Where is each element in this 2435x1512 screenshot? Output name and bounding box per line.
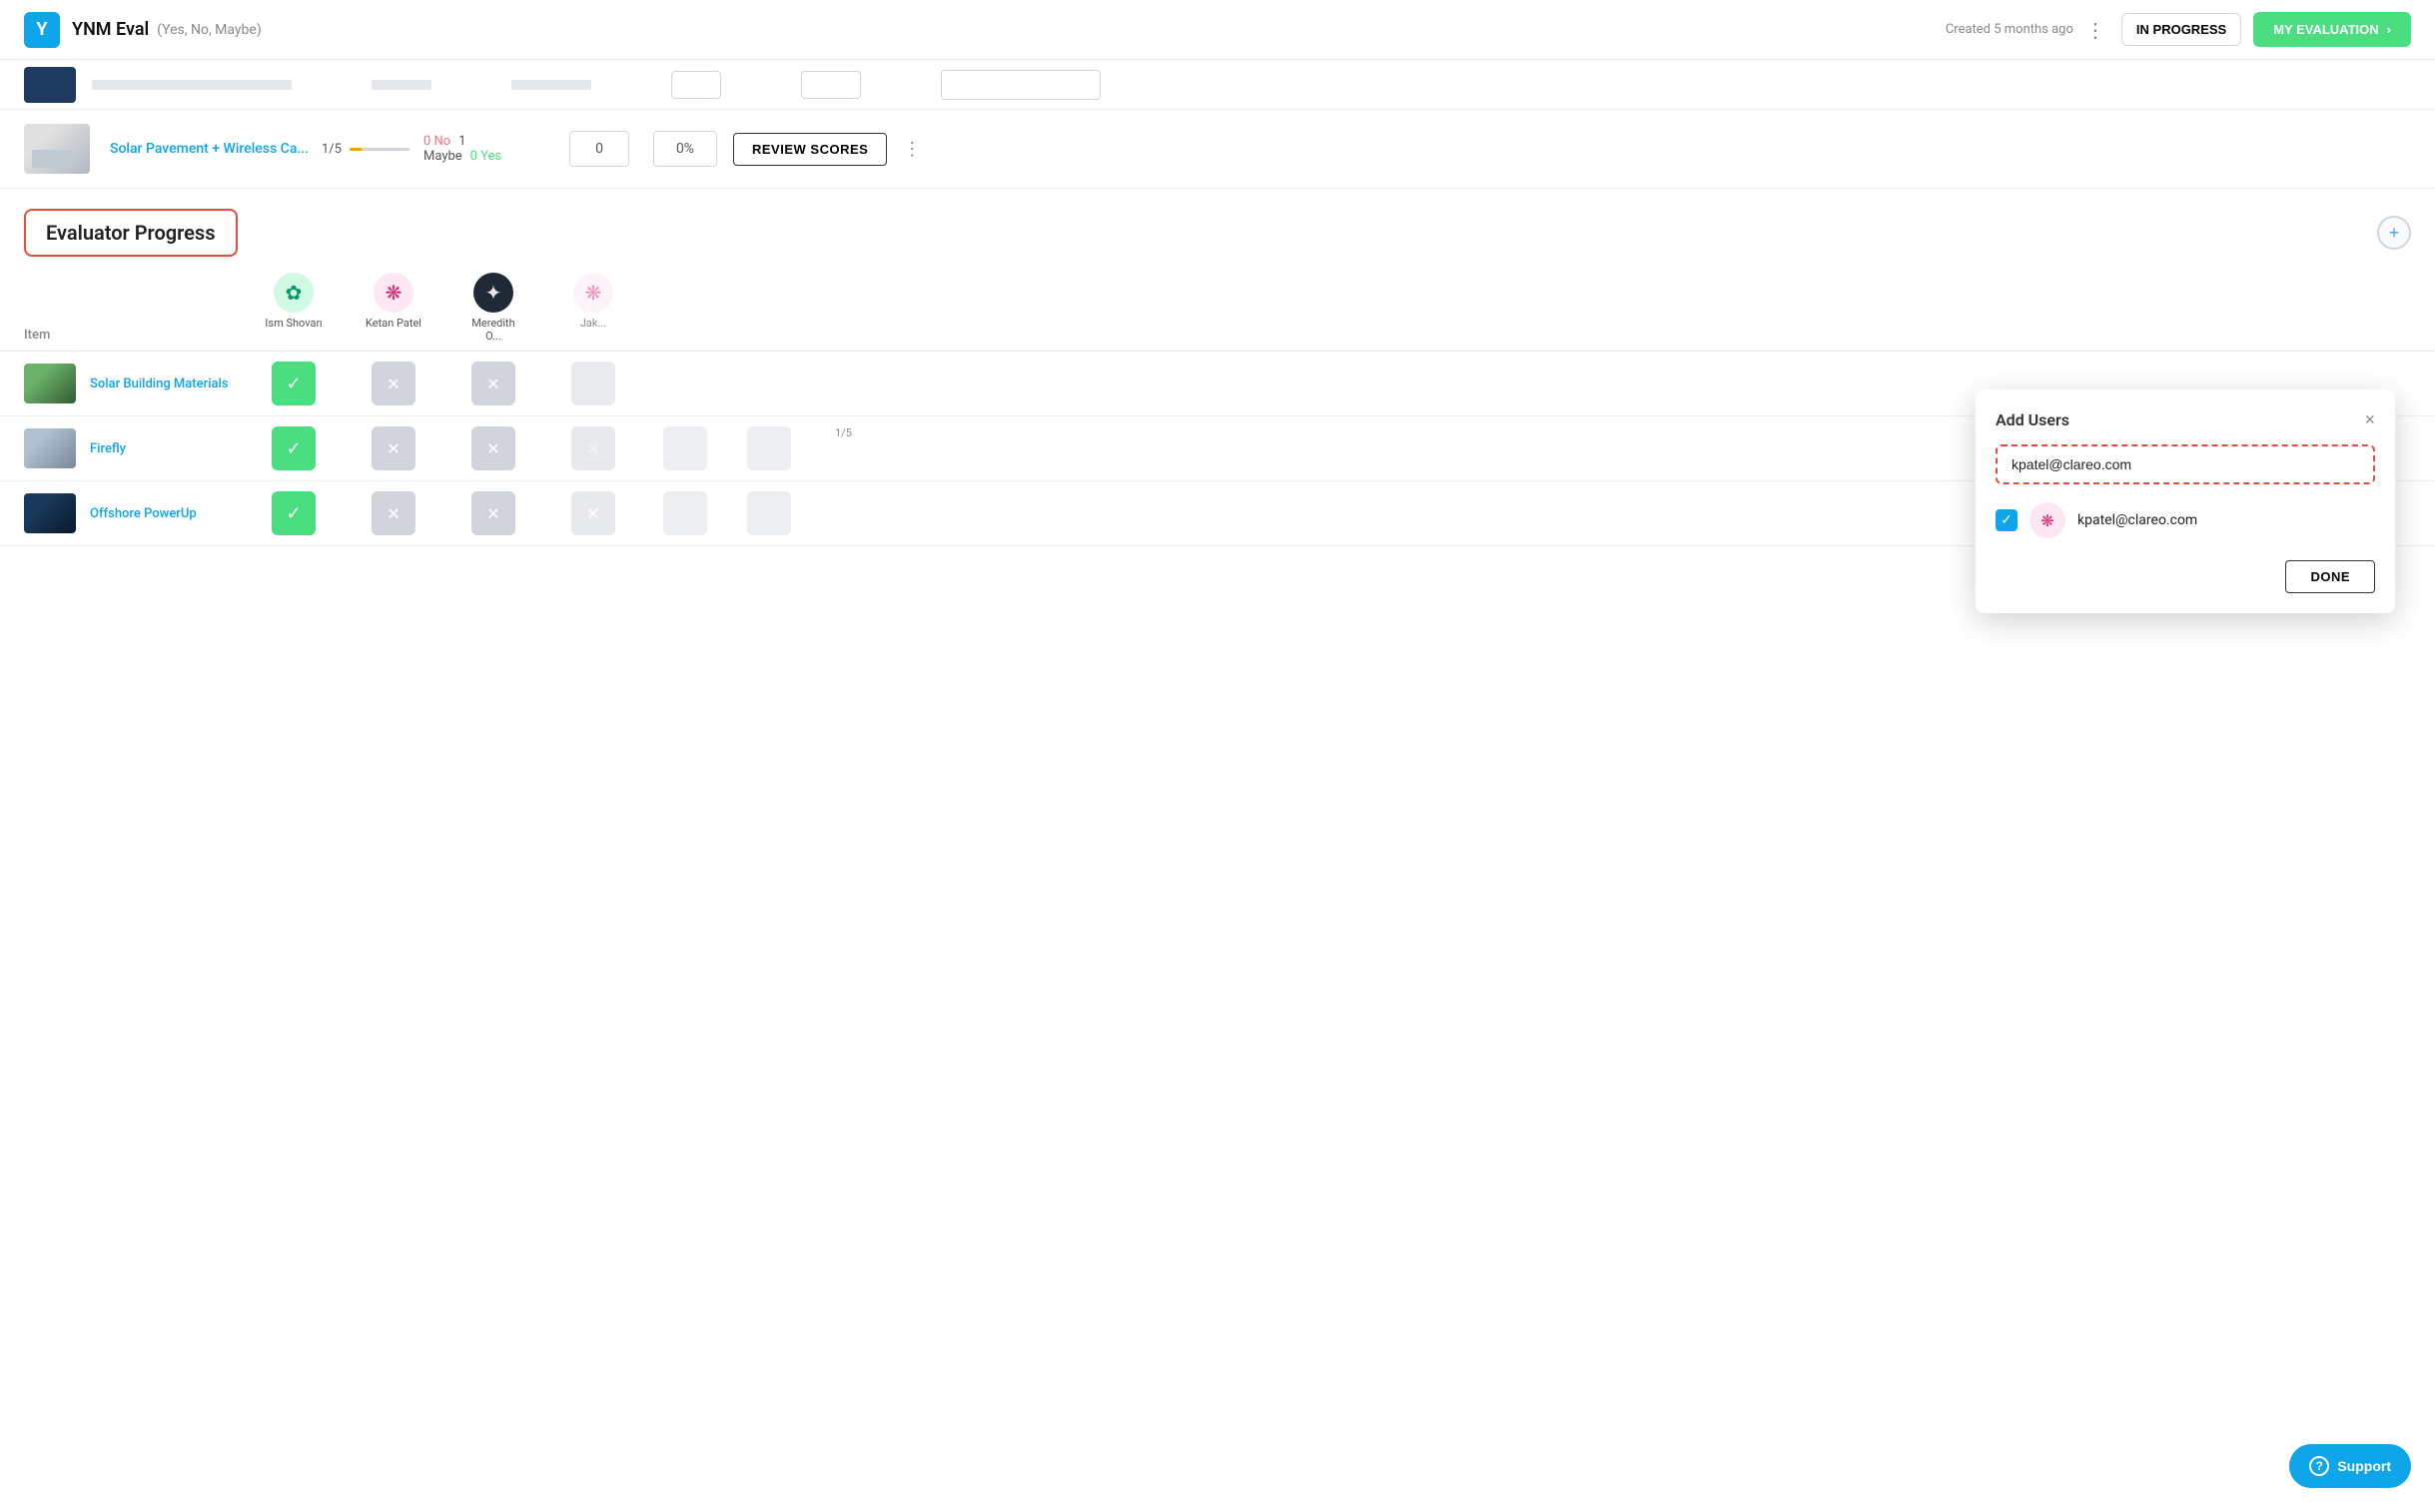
plus-icon: + [2389,223,2400,244]
status-offshore-3: ✕ [563,491,623,535]
solar-building-link[interactable]: Solar Building Materials [90,377,229,391]
modal-search-input[interactable] [1996,444,2375,484]
status-firefly-0: ✓ [264,426,324,470]
support-button[interactable]: ? Support [2289,1444,2411,1488]
user-name-jak: Jak... [580,317,606,330]
eval-user-col-jak: ❋ Jak... [563,273,623,343]
solar-pavement-thumb [24,124,90,174]
status-solar-building-1: ✕ [364,362,423,405]
status-solar-building-3 [563,362,623,405]
user-name-ism: Ism Shovan [265,317,322,330]
page-title: YNM Eval [72,19,149,40]
checkbox-check-icon: ✓ [2001,512,2013,528]
eval-solar-building-info: Solar Building Materials [24,364,264,403]
avatar-meredith: ✦ [473,273,513,313]
check-icon: ✓ [286,503,301,524]
no-count: 0 No [423,134,450,149]
avatar-ism: ✿ [274,273,314,313]
modal-user-row: ✓ ❋ kpatel@clareo.com [1996,496,2375,544]
done-button[interactable]: DONE [2285,560,2375,593]
evaluator-progress-title: Evaluator Progress [46,221,216,245]
avatar-jak: ❋ [573,273,613,313]
eval-firefly-info: Firefly [24,428,264,468]
status-offshore-1: ✕ [364,491,423,535]
status-firefly-1: ✕ [364,426,423,470]
offshore-thumb [24,493,76,533]
user-name-meredith: Meredith O... [463,317,523,343]
firefly-link[interactable]: Firefly [90,441,126,456]
modal-close-button[interactable]: × [2364,409,2375,430]
x-icon: ✕ [486,375,499,393]
maybe-label: Maybe [423,149,462,164]
evaluator-progress-title-box: Evaluator Progress [24,209,238,257]
status-firefly-3: ✕ [563,426,623,470]
eval-table-header: Item ✿ Ism Shovan ❋ Ketan Patel ✦ Meredi… [0,265,2435,352]
status-button[interactable]: IN PROGRESS [2121,13,2241,46]
eval-offshore-info: Offshore PowerUp [24,493,264,533]
status-offshore-2: ✕ [463,491,523,535]
evaluator-progress-section: Evaluator Progress + [0,189,2435,265]
header-created: Created 5 months ago [1946,22,2073,37]
x-icon: ✕ [387,504,400,523]
x-icon: ✕ [486,504,499,523]
score-box: 0 [569,131,629,167]
eval-user-col-ism: ✿ Ism Shovan [264,273,324,343]
x-icon: ✕ [586,504,599,523]
eval-user-col-ketan: ❋ Ketan Patel [364,273,423,343]
app-header: Y YNM Eval (Yes, No, Maybe) Created 5 mo… [0,0,2435,60]
yes-count: 0 Yes [470,149,502,164]
top-partial-row [0,60,2435,110]
header-logo: Y [24,12,60,48]
top-partial-thumb [24,67,76,103]
modal-title: Add Users [1996,410,2069,429]
solar-pavement-vnm: 0 No 1 Maybe 0 Yes [423,134,553,164]
modal-user-avatar: ❋ [2029,502,2065,538]
eval-user-col-meredith: ✦ Meredith O... [463,273,523,343]
my-evaluation-button[interactable]: MY EVALUATION › [2253,12,2411,47]
check-icon: ✓ [286,374,301,394]
x-icon: ✕ [387,439,400,458]
solar-pavement-link[interactable]: Solar Pavement + Wireless Ca... [110,141,310,157]
add-users-modal: Add Users × ✓ ❋ kpatel@clareo.com DONE [1976,389,2395,613]
solar-building-thumb [24,364,76,403]
pct-box: 0% [653,131,717,167]
status-firefly-2: ✕ [463,426,523,470]
status-offshore-0: ✓ [264,491,324,535]
row-more-icon[interactable]: ⋮ [903,139,921,160]
status-solar-building-0: ✓ [264,362,324,405]
offshore-link[interactable]: Offshore PowerUp [90,506,197,521]
avatar-ketan: ❋ [374,273,413,313]
header-more-icon[interactable]: ⋮ [2085,18,2105,42]
review-scores-button[interactable]: REVIEW SCORES [733,133,887,166]
x-icon: ✕ [486,439,499,458]
solar-pavement-progress: 1/5 [322,142,411,157]
modal-checkbox[interactable]: ✓ [1996,509,2018,531]
x-icon: ✕ [387,375,400,393]
add-users-trigger-button[interactable]: + [2377,216,2411,250]
firefly-thumb [24,428,76,468]
chevron-right-icon: › [2387,22,2391,37]
x-icon: ✕ [586,439,599,458]
eval-item-col-label: Item [24,328,264,343]
status-solar-building-2: ✕ [463,362,523,405]
solar-pavement-row: Solar Pavement + Wireless Ca... 1/5 0 No… [0,110,2435,189]
check-icon: ✓ [286,438,301,459]
header-subtitle: (Yes, No, Maybe) [157,22,262,38]
user-name-ketan: Ketan Patel [366,317,421,330]
support-circle-icon: ? [2309,1456,2329,1476]
modal-user-email: kpatel@clareo.com [2077,512,2197,528]
